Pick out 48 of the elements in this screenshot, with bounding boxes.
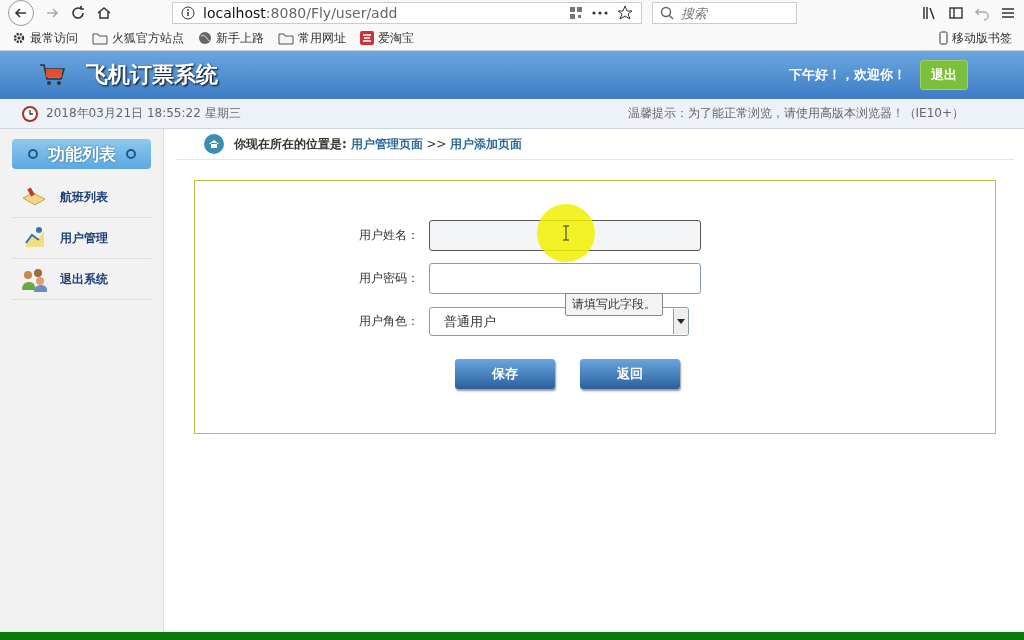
home-icon[interactable] — [96, 5, 112, 21]
tooltip: 请填写此字段。 — [565, 293, 663, 316]
sidebar-title: 功能列表 — [12, 139, 151, 169]
form-button[interactable]: 返回 — [580, 359, 680, 389]
phone-icon — [939, 31, 948, 45]
search-field[interactable]: 搜索 — [652, 2, 797, 24]
back-button[interactable] — [8, 0, 34, 26]
bookmark-item[interactable]: 火狐官方站点 — [92, 29, 184, 47]
clock-icon — [22, 105, 38, 122]
caret-icon — [677, 319, 685, 324]
notepad-icon — [20, 186, 48, 208]
sidebar-link[interactable]: 退出系统 — [60, 270, 108, 288]
browser-notice: 温馨提示：为了能正常浏览，请使用高版本浏览器！（IE10+） — [627, 105, 964, 122]
input-field[interactable] — [429, 263, 701, 294]
datetime-text: 2018年03月21日 18:55:22 星期三 — [46, 105, 241, 122]
user-group-icon — [20, 266, 48, 292]
search-icon — [660, 6, 674, 20]
bookmark-item[interactable]: 移动版书签 — [939, 29, 1012, 47]
qr-code-icon — [569, 6, 583, 20]
sidebar-link[interactable]: 航班列表 — [60, 188, 108, 206]
form-button[interactable]: 保存 — [455, 359, 555, 389]
star-icon — [617, 5, 633, 21]
cart-icon — [38, 62, 66, 88]
bookmark-item[interactable]: 常用网址 — [278, 29, 346, 47]
field-label: 用户姓名： — [359, 227, 420, 244]
address-bar[interactable]: localhost:8080/Fly/user/add — [172, 2, 642, 24]
system-title: 飞机订票系统 — [86, 61, 218, 89]
sidebar-icon[interactable] — [948, 5, 964, 21]
gear-icon — [12, 31, 26, 45]
home-icon — [204, 134, 224, 154]
breadcrumb-link[interactable]: 用户添加页面 — [450, 136, 523, 151]
sidebar-link[interactable]: 用户管理 — [60, 229, 108, 247]
breadcrumb-link[interactable]: 用户管理页面 — [350, 136, 423, 151]
globe-icon — [198, 31, 212, 45]
field-label: 用户角色： — [359, 313, 420, 330]
breadcrumb-text: 你现在所在的位置是: 用户管理页面 >> 用户添加页面 — [234, 135, 523, 153]
bookmark-item[interactable]: 最常访问 — [12, 29, 78, 47]
info-icon — [181, 6, 195, 20]
bookmark-item[interactable]: 新手上路 — [198, 29, 264, 47]
folder-icon — [92, 31, 108, 45]
folder-icon — [278, 31, 294, 45]
library-icon[interactable] — [922, 5, 938, 21]
menu-icon[interactable] — [1000, 5, 1016, 21]
text-cursor-icon — [562, 225, 570, 241]
bookmark-item[interactable]: 爱淘宝 — [360, 29, 414, 47]
field-label: 用户密码： — [359, 270, 420, 287]
greeting-text: 下午好！，欢迎你！ — [789, 66, 906, 84]
reload-icon[interactable] — [70, 5, 86, 21]
